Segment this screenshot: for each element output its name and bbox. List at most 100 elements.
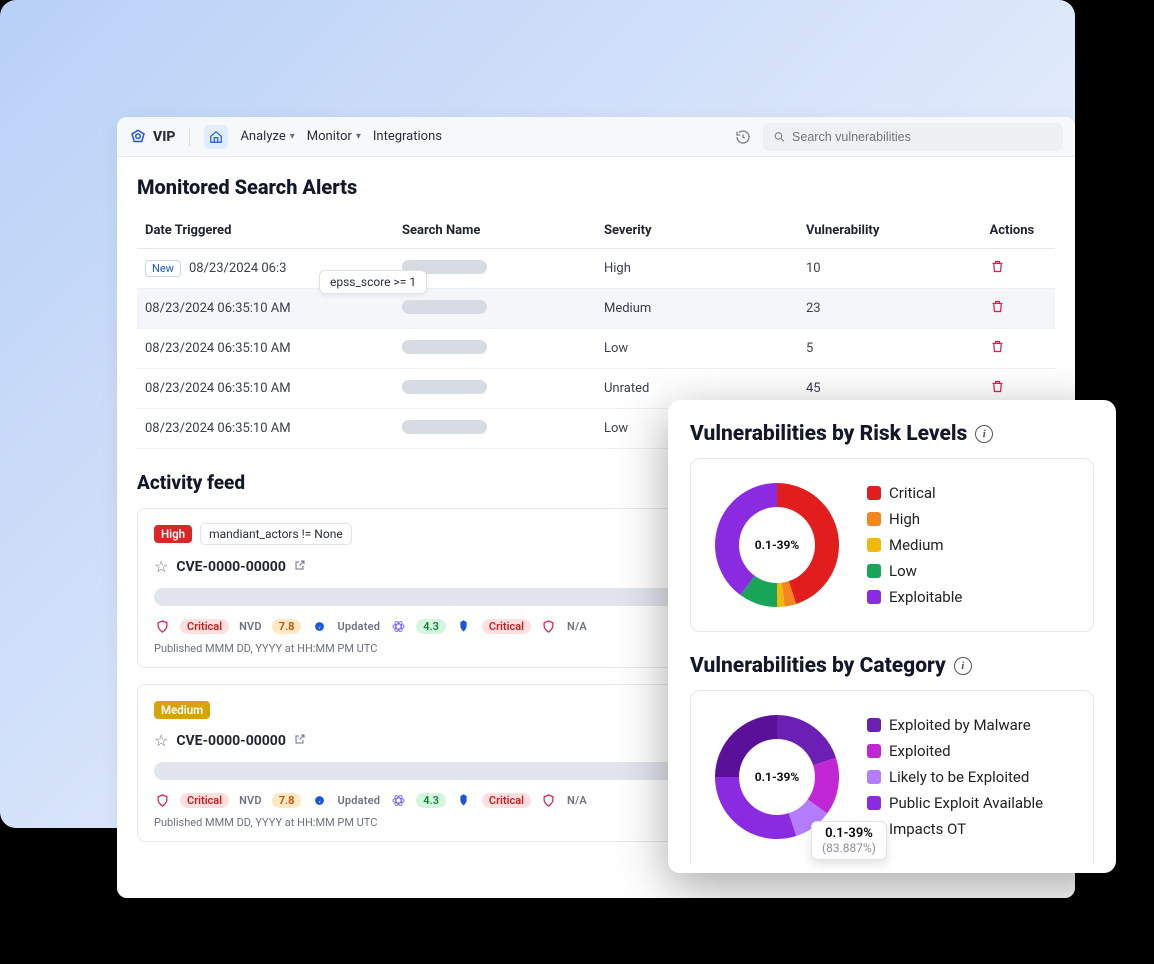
source-pill: Critical [180, 793, 229, 808]
history-button[interactable] [735, 129, 751, 145]
severity-badge: High [154, 525, 192, 543]
search-name-tooltip: epss_score >= 1 [319, 270, 427, 294]
legend-item[interactable]: Low [867, 562, 962, 580]
legend-item[interactable]: Exploited [867, 742, 1043, 760]
nav-analyze[interactable]: Analyze ▾ [240, 129, 294, 144]
external-link-icon[interactable] [294, 733, 306, 748]
analysis-icon: 𝒾 [311, 618, 327, 634]
legend-label: Exploitable [889, 588, 962, 606]
brand-logo[interactable]: VIP [129, 128, 175, 146]
legend-swatch [867, 796, 881, 810]
search-name-skeleton [402, 340, 487, 354]
risk-panel-title: Vulnerabilities by Risk Levels i [690, 422, 1094, 446]
cve-id[interactable]: CVE-0000-00000 [176, 559, 286, 575]
legend-item[interactable]: Exploited by Malware [867, 716, 1043, 734]
trash-icon [990, 299, 1005, 314]
risk-donut[interactable]: 0.1-39% [707, 475, 847, 615]
nav-monitor-label: Monitor [307, 129, 352, 144]
legend-label: Impacts OT [889, 820, 966, 838]
na-label: N/A [567, 620, 587, 633]
legend-item[interactable]: Exploitable [867, 588, 962, 606]
risk-legend: Critical High Medium Low Exploitable [867, 484, 962, 606]
atom-icon [390, 618, 406, 634]
col-date[interactable]: Date Triggered [137, 213, 394, 249]
info-icon[interactable]: i [975, 425, 993, 443]
home-button[interactable] [204, 125, 228, 149]
side-panel: Vulnerabilities by Risk Levels i 0.1-39%… [668, 400, 1116, 873]
atom-icon [390, 792, 406, 808]
badge-icon [456, 792, 472, 808]
updated-label: Updated [337, 620, 380, 633]
legend-item[interactable]: Likely to be Exploited [867, 768, 1043, 786]
cat-legend: Exploited by Malware Exploited Likely to b… [867, 716, 1043, 838]
star-icon[interactable]: ☆ [154, 731, 168, 750]
info-icon[interactable]: i [954, 657, 972, 675]
na-label: N/A [567, 794, 587, 807]
search-icon [773, 130, 786, 144]
brand-text: VIP [153, 129, 175, 145]
cat-chart-card: 0.1-39% Exploited by MalwareExploitedLik… [690, 690, 1094, 863]
severity-cell: High [596, 249, 798, 289]
table-row[interactable]: 08/23/2024 06:35:10 AM Medium23 [137, 289, 1055, 329]
tooltip-line2: (83.887%) [822, 841, 876, 855]
vuln-cell: 10 [798, 249, 982, 289]
nav-monitor[interactable]: Monitor ▾ [307, 129, 361, 144]
legend-label: Critical [889, 484, 936, 502]
divider [189, 128, 190, 146]
legend-label: Medium [889, 536, 944, 554]
delete-button[interactable] [990, 303, 1005, 318]
cve-id[interactable]: CVE-0000-00000 [176, 733, 286, 749]
legend-swatch [867, 486, 881, 500]
search-input[interactable] [792, 130, 1053, 144]
vuln-cell: 23 [798, 289, 982, 329]
legend-item[interactable]: Impacts OT [867, 820, 1043, 838]
severity-cell: Medium [596, 289, 798, 329]
legend-label: Exploited [889, 742, 951, 760]
external-link-icon[interactable] [294, 559, 306, 574]
new-badge: New [145, 260, 181, 277]
badge-icon [456, 618, 472, 634]
home-icon [209, 130, 223, 144]
delete-button[interactable] [990, 343, 1005, 358]
search-name-skeleton [402, 420, 487, 434]
legend-swatch [867, 718, 881, 732]
shield-icon [154, 618, 170, 634]
table-row[interactable]: 08/23/2024 06:35:10 AMLow5 [137, 329, 1055, 369]
col-vuln[interactable]: Vulnerability [798, 213, 982, 249]
updated-label: Updated [337, 794, 380, 807]
legend-swatch [867, 590, 881, 604]
trash-icon [990, 339, 1005, 354]
brand-icon [129, 128, 147, 146]
date-cell: 08/23/2024 06:35:10 AM [145, 301, 291, 316]
severity-cell: Low [596, 329, 798, 369]
legend-item[interactable]: High [867, 510, 962, 528]
shield-icon [541, 618, 557, 634]
source-pill: Critical [482, 793, 531, 808]
legend-swatch [867, 512, 881, 526]
shield-icon [154, 792, 170, 808]
source-pill: Critical [482, 619, 531, 634]
delete-button[interactable] [990, 263, 1005, 278]
delete-button[interactable] [990, 383, 1005, 398]
source-pill: Critical [180, 619, 229, 634]
chevron-down-icon: ▾ [290, 131, 295, 142]
search-name-skeleton [402, 380, 487, 394]
legend-swatch [867, 770, 881, 784]
chevron-down-icon: ▾ [356, 131, 361, 142]
table-row[interactable]: New08/23/2024 06:3High10 [137, 249, 1055, 289]
nav-integrations-label: Integrations [373, 129, 442, 144]
search-box[interactable] [763, 123, 1063, 151]
nav-analyze-label: Analyze [240, 129, 285, 144]
col-name[interactable]: Search Name [394, 213, 596, 249]
legend-item[interactable]: Critical [867, 484, 962, 502]
legend-label: Public Exploit Available [889, 794, 1043, 812]
nav-integrations[interactable]: Integrations [373, 129, 442, 144]
search-name-skeleton [402, 300, 487, 314]
cat-chart-tooltip: 0.1-39% (83.887%) [811, 821, 887, 860]
filter-chip[interactable]: mandiant_actors != None [200, 523, 352, 545]
star-icon[interactable]: ☆ [154, 557, 168, 576]
severity-badge: Medium [154, 701, 210, 719]
legend-item[interactable]: Public Exploit Available [867, 794, 1043, 812]
legend-item[interactable]: Medium [867, 536, 962, 554]
col-severity[interactable]: Severity [596, 213, 798, 249]
